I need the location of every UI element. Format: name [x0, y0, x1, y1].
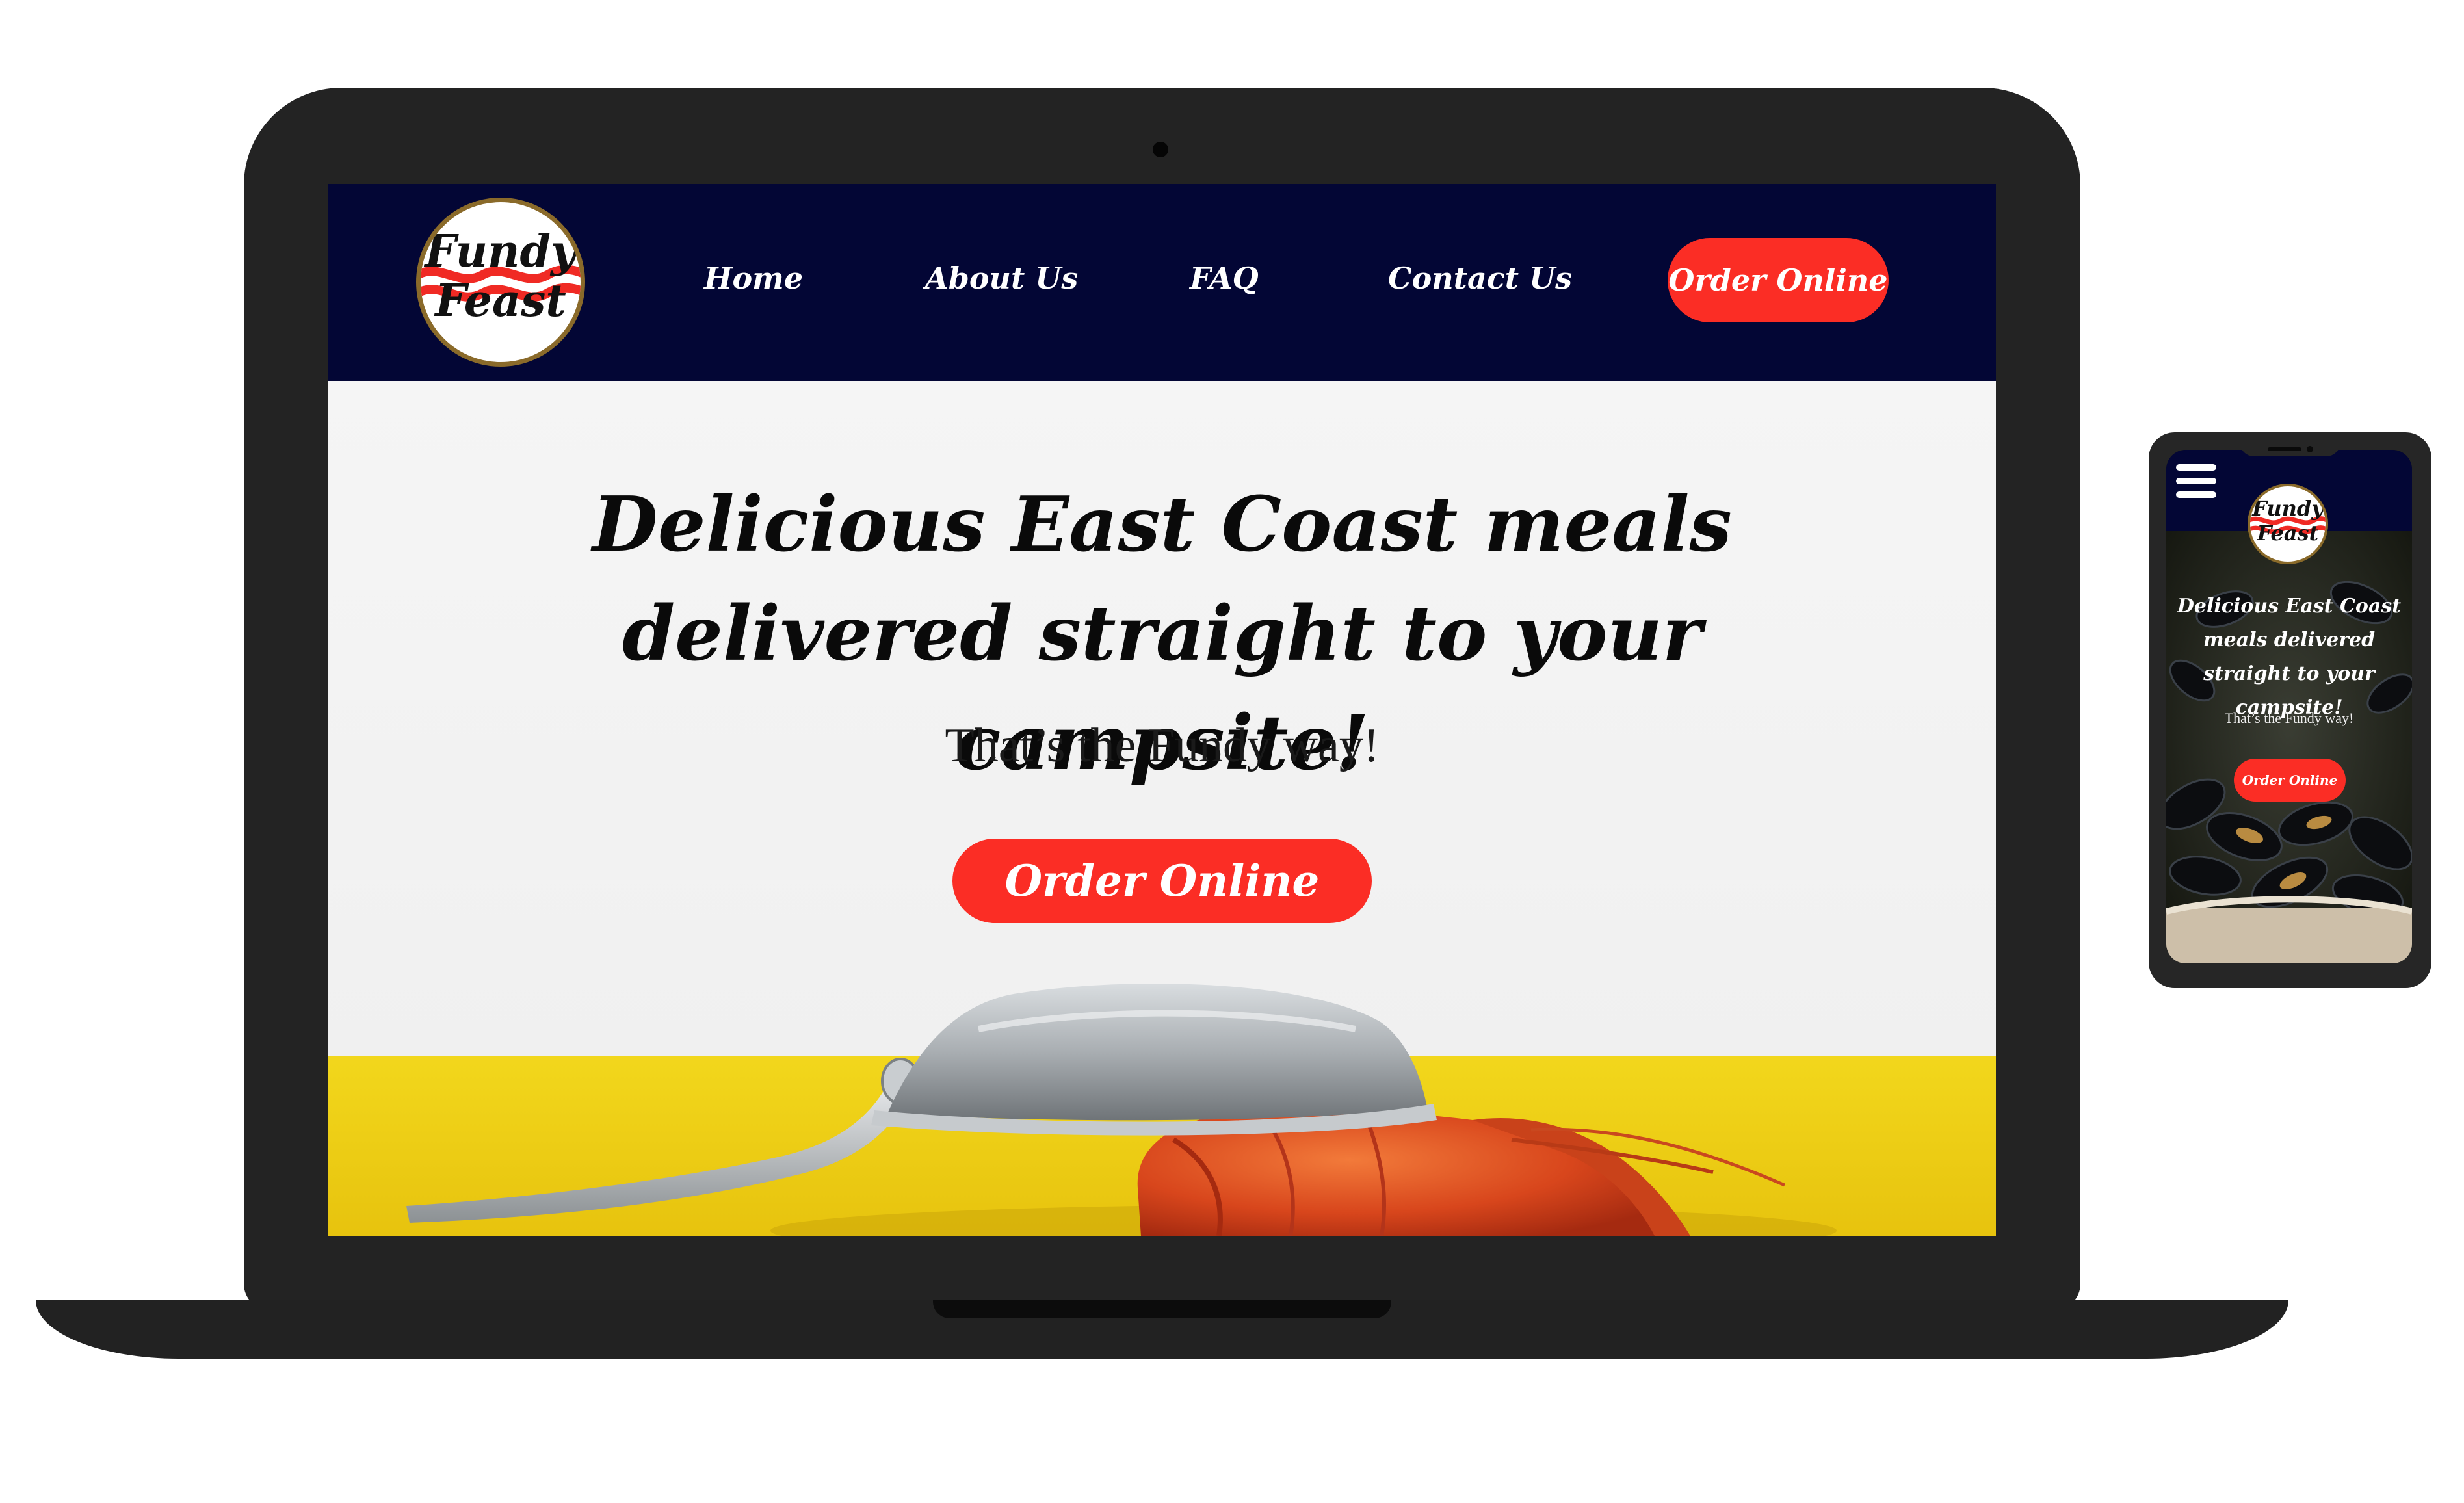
hero-order-online-button[interactable]: Order Online [952, 839, 1372, 923]
hero-subtitle: That’s the Fundy way! [945, 719, 1380, 772]
nav-order-online-button[interactable]: Order Online [1668, 238, 1889, 322]
nav-contact-link[interactable]: Contact Us [1388, 261, 1572, 296]
mobile-hero-title: Delicious East Coast meals delivered str… [2177, 595, 2402, 719]
laptop-camera [1153, 142, 1168, 157]
phone-camera [2307, 446, 2313, 452]
desktop-screen: Fundy Feast Home About Us FAQ Contact Us… [328, 184, 1996, 1236]
top-navbar: Fundy Feast Home About Us FAQ Contact Us… [328, 184, 1996, 381]
mobile-order-online-button[interactable]: Order Online [2234, 759, 2346, 802]
fundy-feast-logo[interactable]: Fundy Feast [416, 198, 585, 367]
phone-speaker [2268, 447, 2301, 451]
phone-notch [2240, 437, 2340, 456]
nav-faq-link[interactable]: FAQ [1190, 261, 1259, 296]
mobile-fundy-feast-logo[interactable]: Fundy Feast [2248, 484, 2328, 564]
nav-about-link[interactable]: About Us [925, 261, 1078, 296]
mobile-hero-subtitle: That’s the Fundy way! [2224, 710, 2354, 726]
logo-text-line1: Fundy [425, 226, 577, 278]
nav-home-link[interactable]: Home [704, 261, 803, 296]
mobile-screen: Fundy Feast Delicious East Coast meals d… [2166, 450, 2412, 963]
mobile-logo-text-line1: Fundy [2252, 496, 2324, 521]
logo-text-line2: Feast [435, 275, 566, 327]
mobile-logo-text-line2: Feast [2257, 521, 2319, 545]
laptop-hinge-notch [933, 1300, 1391, 1318]
hamburger-icon[interactable] [2176, 464, 2216, 498]
